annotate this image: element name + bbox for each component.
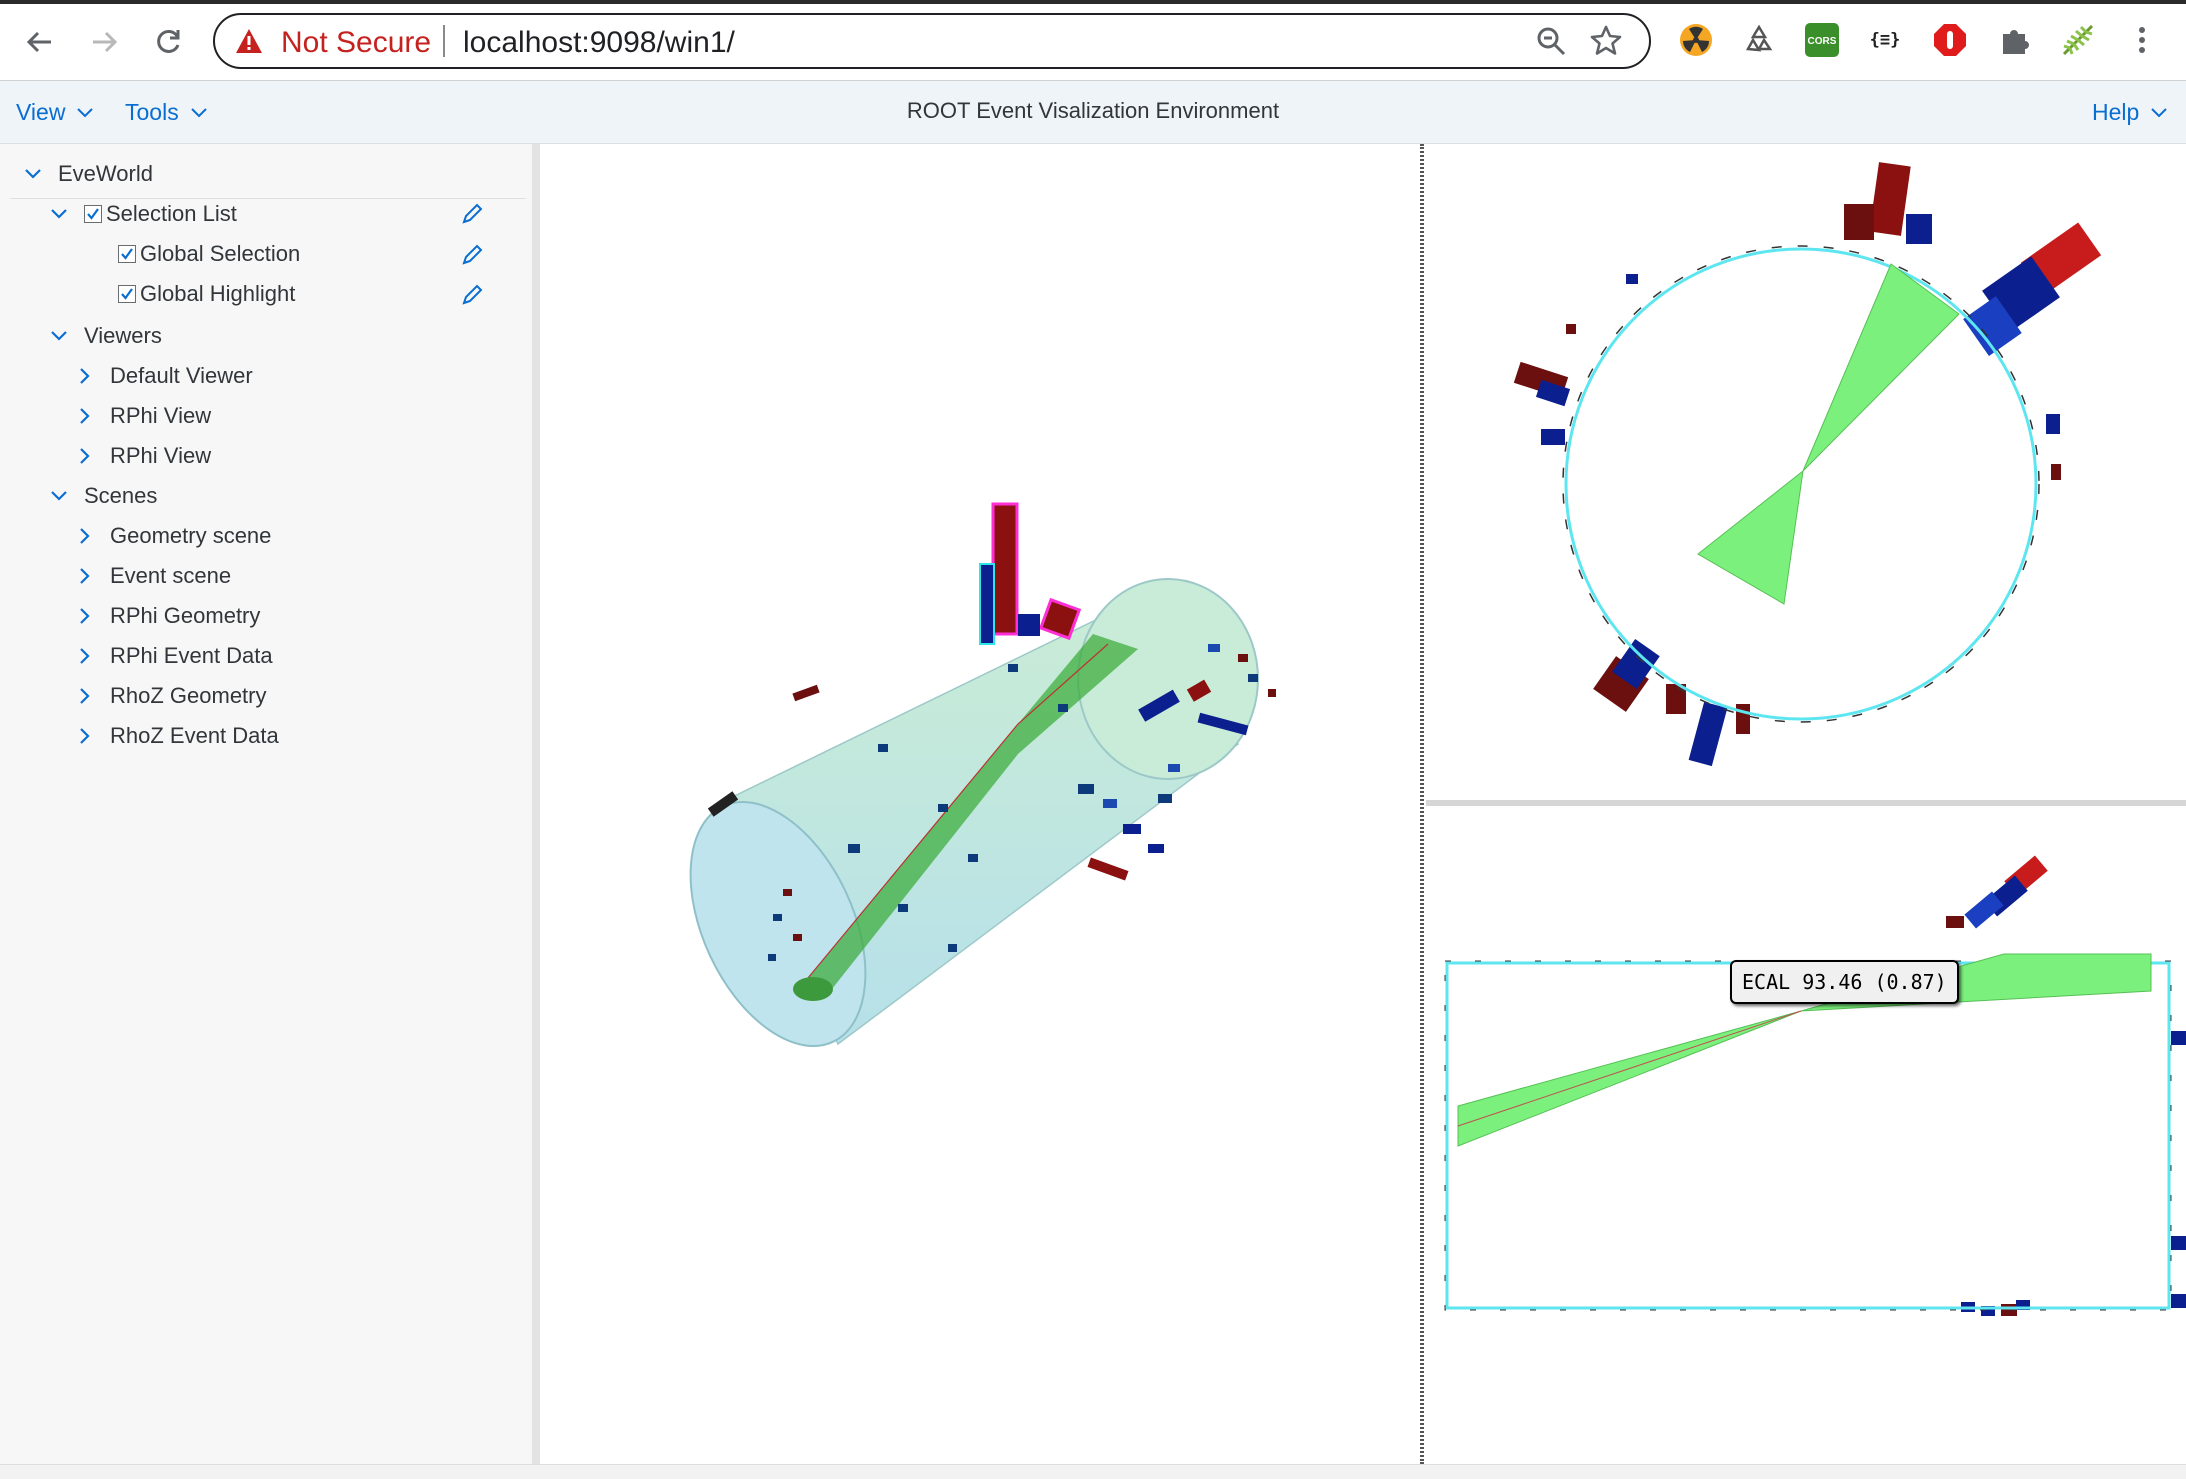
help-menu-label: Help — [2092, 99, 2140, 125]
global-selection-checkbox[interactable] — [118, 245, 136, 263]
adblock-extension-icon[interactable] — [1930, 20, 1970, 60]
tree-item-rhoz-geometry[interactable]: RhoZ Geometry — [74, 678, 267, 714]
edit-pencil-icon[interactable] — [460, 283, 484, 312]
forward-button[interactable] — [84, 22, 124, 62]
tree-item-default-viewer[interactable]: Default Viewer — [74, 358, 253, 394]
address-bar[interactable]: Not Secure localhost:9098/win1/ — [213, 13, 1651, 69]
radiation-extension-icon[interactable] — [1676, 20, 1716, 60]
tree-item-rphi-view[interactable]: RPhi View — [74, 398, 211, 434]
edit-pencil-icon[interactable] — [460, 202, 484, 231]
tree-item-rphi-view[interactable]: RPhi View — [74, 438, 211, 474]
chevron-down-icon — [2151, 107, 2168, 117]
zoom-icon[interactable] — [1535, 25, 1567, 62]
help-menu[interactable]: Help — [2092, 99, 2168, 126]
tree-item-label: Default Viewer — [110, 363, 253, 388]
url-text[interactable]: localhost:9098/win1/ — [463, 26, 735, 60]
chevron-right-icon[interactable] — [74, 445, 96, 467]
tree-item-label: Scenes — [84, 483, 158, 508]
back-arrow-icon — [26, 31, 51, 53]
tree-item-selection-list[interactable]: Selection List — [48, 196, 237, 232]
tree-item-label: EveWorld — [58, 161, 153, 186]
fern-extension-icon[interactable] — [2058, 20, 2098, 60]
reload-icon — [157, 29, 180, 53]
tree-item-global-highlight[interactable]: Global Highlight — [118, 276, 295, 312]
tree-item-label: RPhi Geometry — [110, 603, 261, 628]
tree-item-label: RhoZ Geometry — [110, 683, 267, 708]
warning-icon[interactable] — [235, 28, 263, 59]
selection-list-checkbox[interactable] — [84, 205, 102, 223]
scene-tree-panel: EveWorld Selection List Global Selection… — [0, 144, 540, 1464]
chevron-down-icon[interactable] — [48, 203, 70, 225]
tree-item-label: Global Highlight — [140, 281, 296, 306]
tree-item-label: RPhi Event Data — [110, 643, 273, 668]
chevron-right-icon[interactable] — [74, 565, 96, 587]
chevron-right-icon[interactable] — [74, 725, 96, 747]
rhoz-detector-outline — [1445, 961, 2171, 1310]
recycle-extension-icon[interactable] — [1739, 20, 1779, 60]
chevron-down-icon[interactable] — [48, 485, 70, 507]
tree-item-eveworld[interactable]: EveWorld — [22, 156, 153, 192]
tree-item-viewers[interactable]: Viewers — [48, 318, 162, 354]
tree-item-geometry-scene[interactable]: Geometry scene — [74, 518, 271, 554]
cors-extension-icon[interactable]: CORS — [1802, 20, 1842, 60]
omnibox-divider — [443, 25, 445, 57]
tree-item-label: RPhi View — [110, 403, 212, 428]
chevron-right-icon[interactable] — [74, 365, 96, 387]
rhoz-ecal-frame — [1444, 960, 2172, 1311]
tree-item-rphi-event-data[interactable]: RPhi Event Data — [74, 638, 273, 674]
chevron-right-icon[interactable] — [74, 685, 96, 707]
tree-item-global-selection[interactable]: Global Selection — [118, 236, 300, 272]
security-label[interactable]: Not Secure — [281, 26, 431, 60]
window-bottom-edge — [0, 1464, 2186, 1479]
browser-menu-icon[interactable] — [2122, 20, 2162, 60]
app-header: View Tools ROOT Event Visalization Envir… — [0, 81, 2186, 144]
bookmark-star-icon[interactable] — [1590, 24, 1622, 61]
tree-item-label: Geometry scene — [110, 523, 272, 548]
json-extension-icon[interactable]: {≡} — [1865, 20, 1905, 60]
tree-item-label: Global Selection — [140, 241, 301, 266]
viewer-3d[interactable] — [548, 144, 1416, 1464]
tree-item-rhoz-event-data[interactable]: RhoZ Event Data — [74, 718, 279, 754]
chevron-right-icon[interactable] — [74, 645, 96, 667]
cors-label: CORS — [1808, 36, 1837, 47]
chevron-down-icon[interactable] — [48, 325, 70, 347]
viewer-rhoz[interactable] — [1426, 806, 2186, 1464]
tree-item-label: Event scene — [110, 563, 232, 588]
edit-pencil-icon[interactable] — [460, 243, 484, 272]
rhoz-calorimeter-towers — [1946, 855, 2186, 1316]
tree-item-label: RPhi View — [110, 443, 212, 468]
vertical-splitter[interactable] — [1420, 144, 1424, 1464]
chevron-right-icon[interactable] — [74, 605, 96, 627]
tree-item-rphi-geometry[interactable]: RPhi Geometry — [74, 598, 260, 634]
chevron-right-icon[interactable] — [74, 405, 96, 427]
rhoz-projection-drawing — [1444, 855, 2186, 1316]
tab-strip-edge — [0, 0, 2186, 4]
ecal-hover-tooltip: ECAL 93.46 (0.87) — [1730, 960, 1959, 1004]
browser-toolbar: Not Secure localhost:9098/win1/ CORS {≡} — [0, 0, 2186, 81]
app-title: ROOT Event Visalization Environment — [906, 98, 1280, 123]
reload-button[interactable] — [148, 22, 188, 62]
chevron-right-icon[interactable] — [74, 525, 96, 547]
forward-arrow-icon — [93, 31, 118, 53]
tree-item-label: Viewers — [84, 323, 162, 348]
puzzle-extensions-icon[interactable] — [1995, 20, 2035, 60]
back-button[interactable] — [20, 22, 60, 62]
global-highlight-checkbox[interactable] — [118, 285, 136, 303]
detector-3d-drawing — [689, 502, 1276, 1048]
tree-item-scenes[interactable]: Scenes — [48, 478, 157, 514]
viewer-rphi[interactable] — [1426, 144, 2186, 799]
chevron-down-icon[interactable] — [22, 163, 44, 185]
rphi-projection-drawing — [1513, 162, 2102, 767]
tree-item-label: Selection List — [106, 201, 237, 226]
rphi-jet-cones — [1697, 263, 1960, 605]
tree-item-label: RhoZ Event Data — [110, 723, 279, 748]
tree-item-event-scene[interactable]: Event scene — [74, 558, 231, 594]
